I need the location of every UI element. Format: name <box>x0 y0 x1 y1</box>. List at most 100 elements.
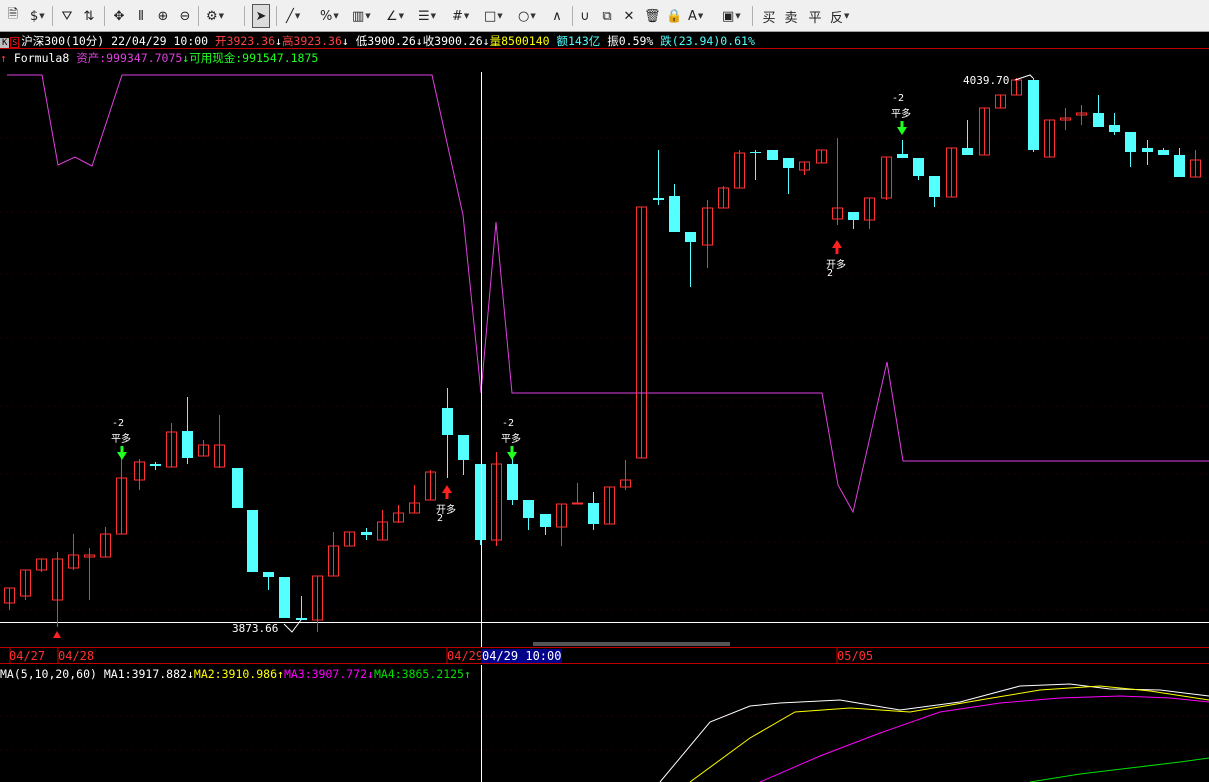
flat-button[interactable]: 平 <box>806 4 824 28</box>
candle-body-up <box>134 461 145 481</box>
column-icon: ⦀ <box>138 8 144 24</box>
gear-icon[interactable]: ⚙ ▼ <box>204 4 226 28</box>
chevron-down-icon[interactable]: ▼ <box>295 12 300 20</box>
candle-body-up <box>491 463 502 541</box>
text-color-icon[interactable]: A ▼ <box>686 4 705 28</box>
zoom-in-icon: ⊕ <box>157 8 169 24</box>
dollar-icon[interactable]: $ ▼ <box>28 4 47 28</box>
candle-body-up <box>393 512 404 523</box>
candle-body-up <box>4 587 15 604</box>
delete-icon[interactable]: ✕ <box>620 4 638 28</box>
candle-body-down <box>263 572 274 577</box>
high-arrow: ↓ <box>341 34 349 48</box>
dollar-icon: $ <box>30 8 39 24</box>
line-icon[interactable]: ╱ ▼ <box>284 4 302 28</box>
assets-value: 资产:999347.7075 <box>76 51 183 65</box>
column-icon[interactable]: ⦀ <box>132 4 150 28</box>
circle-icon[interactable]: ○ ▼ <box>516 4 538 28</box>
zoom-in-icon[interactable]: ⊕ <box>154 4 172 28</box>
chevron-down-icon[interactable]: ▼ <box>735 12 740 20</box>
magnet-icon[interactable]: ∪ <box>576 4 594 28</box>
candle-body-up <box>799 161 810 171</box>
chevron-down-icon[interactable]: ▼ <box>333 12 338 20</box>
formula-name[interactable]: Formula8 <box>14 51 69 65</box>
rect-icon[interactable]: □ ▼ <box>482 4 505 28</box>
ma-header: MA(5,10,20,60) MA1:3917.882↓MA2:3910.986… <box>0 667 471 682</box>
candle-body-down <box>475 464 486 540</box>
candle-body-down <box>1109 125 1120 132</box>
chevron-down-icon[interactable]: ▼ <box>464 12 469 20</box>
signal-qty: 2 <box>437 513 444 524</box>
sell-button[interactable]: 卖 <box>782 4 800 28</box>
chevron-down-icon[interactable]: ▼ <box>698 12 703 20</box>
max-price-label: 4039.70 <box>963 74 1010 87</box>
signal-label: 平多 <box>891 109 911 120</box>
candle-body-up <box>1060 117 1071 121</box>
doc-icon: 🗎 <box>7 7 19 22</box>
chevron-down-icon[interactable]: ▼ <box>844 12 849 20</box>
sell-label: 卖 <box>784 10 798 26</box>
lock-icon[interactable]: 🔒 <box>664 4 684 28</box>
reverse-button[interactable]: 反 ▼ <box>828 4 851 28</box>
channel-icon[interactable]: ☰ ▼ <box>416 4 438 28</box>
angle-icon[interactable]: ∠ ▼ <box>384 4 406 28</box>
chevron-down-icon[interactable]: ▼ <box>530 12 535 20</box>
candle-body-up <box>604 486 615 525</box>
candle-body-down <box>783 158 794 168</box>
percent-icon[interactable]: % ▼ <box>318 4 341 28</box>
sell-arrow-shaft <box>900 121 904 128</box>
gear-icon: ⚙ <box>206 8 218 24</box>
compare-icon: ⇅ <box>83 8 95 24</box>
chevron-down-icon[interactable]: ▼ <box>39 12 44 20</box>
candle-body-down <box>1125 132 1136 152</box>
chevron-down-icon[interactable]: ▼ <box>497 12 502 20</box>
candle-body-up <box>636 206 647 459</box>
open-arrow: ↓ <box>275 34 282 48</box>
delete-icon: ✕ <box>623 8 635 24</box>
chevron-down-icon[interactable]: ▼ <box>431 12 436 20</box>
arc-icon[interactable]: ∧ <box>548 4 566 28</box>
symbol-name: 沪深300(10分) <box>21 34 105 48</box>
candle-body-down <box>442 408 453 435</box>
filter-icon[interactable]: ⛛ <box>58 4 76 28</box>
move-icon[interactable]: ✥ <box>110 4 128 28</box>
sell-arrow-icon <box>117 452 127 460</box>
chevron-down-icon[interactable]: ▼ <box>399 12 404 20</box>
s-icon[interactable]: S <box>10 37 20 48</box>
buy-button[interactable]: 买 <box>760 4 778 28</box>
signal-marker-icon <box>53 631 61 638</box>
signal-label: 平多 <box>501 434 521 445</box>
candlestick-chart[interactable] <box>0 0 1209 782</box>
filter-icon: ⛛ <box>61 8 73 24</box>
amplitude: 振0.59% <box>607 34 654 48</box>
chevron-down-icon[interactable]: ▼ <box>219 12 224 20</box>
candle-body-down <box>1174 155 1185 177</box>
compare-icon[interactable]: ⇅ <box>80 4 98 28</box>
candle-body-up <box>864 197 875 221</box>
candle-body-down <box>1093 113 1104 127</box>
bar-datetime: 22/04/29 10:00 <box>111 34 209 48</box>
candle-body-up <box>816 149 827 164</box>
ma4-arrow-icon: ↑ <box>463 667 471 681</box>
min-pointer-line <box>283 619 302 633</box>
candle-body-down <box>279 577 290 618</box>
candle-body-down <box>507 464 518 500</box>
copy-icon[interactable]: ⧉ <box>598 4 616 28</box>
grid-icon[interactable]: # ▼ <box>450 4 471 28</box>
buy-arrow-shaft <box>445 492 449 499</box>
candle-body-up <box>620 479 631 488</box>
candle-body-down <box>1142 148 1153 152</box>
signal-qty: -2 <box>112 418 125 429</box>
fib-icon[interactable]: ▥ ▼ <box>350 4 373 28</box>
k-line-icon[interactable]: K <box>0 38 10 49</box>
doc-icon[interactable]: 🗎 <box>4 4 22 28</box>
toolbar-separator <box>244 6 245 26</box>
chevron-down-icon[interactable]: ▼ <box>365 12 370 20</box>
pointer-icon[interactable]: ➤ <box>252 4 270 28</box>
low-arrow: ↓ <box>415 34 423 48</box>
zoom-out-icon[interactable]: ⊖ <box>176 4 194 28</box>
trash-icon[interactable]: 🗑 <box>642 4 663 28</box>
ma3-line <box>759 695 1209 782</box>
save-icon[interactable]: ▣ ▼ <box>720 4 743 28</box>
scrollbar-thumb <box>533 642 730 646</box>
